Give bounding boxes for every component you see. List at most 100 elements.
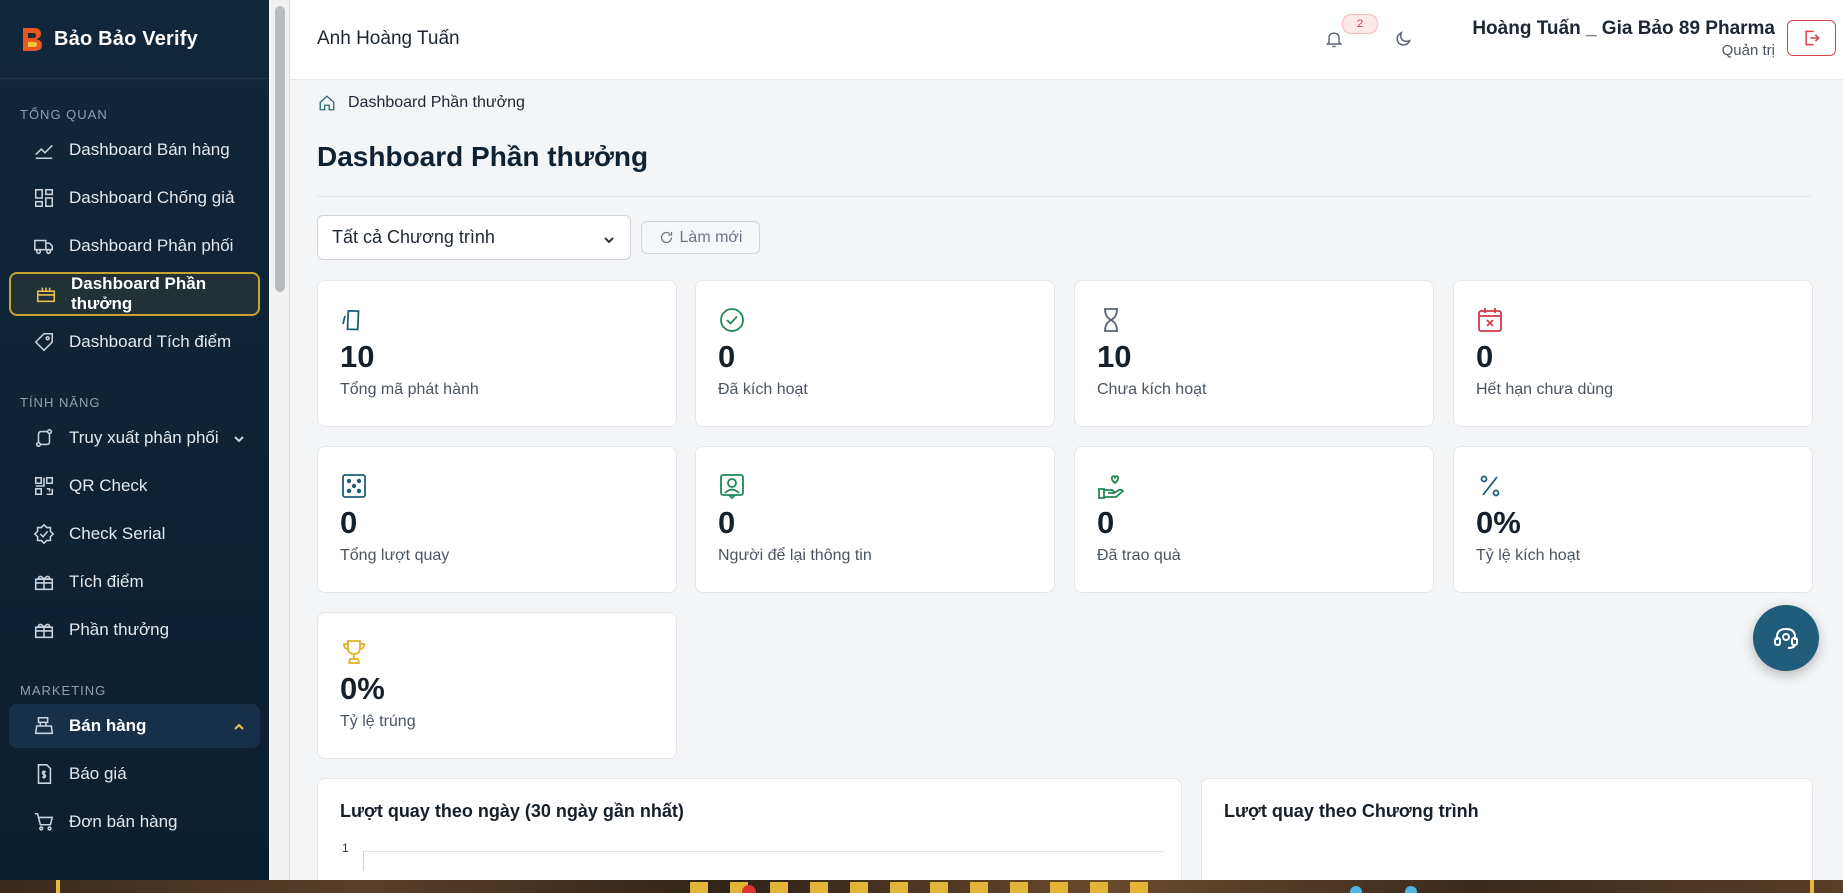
headset-icon <box>1774 627 1798 649</box>
sidebar-item-label: Phần thưởng <box>69 620 170 639</box>
stat-label: Người để lại thông tin <box>718 547 872 564</box>
sidebar-item-label: Truy xuất phân phối <box>69 428 219 447</box>
main-content: Dashboard Phần thưởng Dashboard Phần thư… <box>290 80 1843 888</box>
panel-title: Lượt quay theo Chương trình <box>1224 801 1479 821</box>
stat-label: Tổng mã phát hành <box>340 381 479 398</box>
stat-value: 10 <box>340 339 375 374</box>
sidebar-item-label: Dashboard Tích điểm <box>69 332 232 351</box>
calendar-x-icon <box>1476 306 1504 334</box>
brand[interactable]: Bảo Bảo Verify <box>0 0 269 79</box>
program-select-value: Tất cả Chương trình <box>332 227 495 247</box>
stat-card-gifts-given: 0 Đã trao quà <box>1074 446 1434 593</box>
sidebar-item-points[interactable]: Tích điểm <box>9 560 260 604</box>
breadcrumb-current: Dashboard Phần thưởng <box>348 94 525 111</box>
sidebar-item-label: QR Check <box>69 476 148 495</box>
home-icon[interactable] <box>318 94 336 112</box>
ticket-icon <box>340 306 368 334</box>
sidebar-item-dashboard-points[interactable]: Dashboard Tích điểm <box>9 320 260 364</box>
logout-button[interactable] <box>1787 20 1836 56</box>
stat-value: 0% <box>340 671 385 706</box>
support-chat-button[interactable] <box>1753 605 1819 671</box>
qr-code-icon <box>33 475 55 497</box>
sidebar-item-label: Check Serial <box>69 524 166 543</box>
sidebar-item-dashboard-anti-counterfeit[interactable]: Dashboard Chống giả <box>9 176 260 220</box>
stat-value: 0 <box>340 505 358 540</box>
gift-box-icon <box>33 571 55 593</box>
y-tick-label: 1 <box>342 841 349 855</box>
sidebar-item-check-serial[interactable]: Check Serial <box>9 512 260 556</box>
sidebar-item-sales[interactable]: Bán hàng <box>9 704 260 748</box>
taskbar-background-strip <box>0 880 1843 893</box>
user-square-icon <box>718 472 746 500</box>
sidebar-scrollbar[interactable] <box>271 0 290 880</box>
gridline <box>363 851 1163 852</box>
sidebar-item-qr-check[interactable]: QR Check <box>9 464 260 508</box>
sidebar-item-label: Dashboard Bán hàng <box>69 140 230 159</box>
logout-icon <box>1804 30 1820 46</box>
y-axis-line <box>363 851 364 871</box>
breadcrumb: Dashboard Phần thưởng <box>318 94 525 112</box>
program-select[interactable]: Tất cả Chương trình <box>317 215 631 260</box>
stat-label: Tỷ lệ kích hoạt <box>1476 547 1581 564</box>
refresh-button[interactable]: Làm mới <box>641 221 760 254</box>
bell-icon[interactable] <box>1324 28 1346 52</box>
sidebar-item-sales-orders[interactable]: Đơn bán hàng <box>9 800 260 844</box>
sidebar-item-label: Bán hàng <box>69 716 147 735</box>
route-icon <box>33 427 55 449</box>
sidebar-item-label: Dashboard Chống giả <box>69 188 235 207</box>
brand-logo-icon <box>23 28 42 51</box>
sidebar-item-dashboard-rewards[interactable]: Dashboard Phần thưởng <box>9 272 260 316</box>
chevron-down-icon <box>602 231 616 245</box>
stat-label: Hết hạn chưa dùng <box>1476 381 1614 398</box>
stat-card-activation-rate: 0% Tỷ lệ kích hoạt <box>1453 446 1813 593</box>
sidebar-item-rewards[interactable]: Phần thưởng <box>9 608 260 652</box>
stat-label: Tổng lượt quay <box>340 547 450 564</box>
sidebar-item-label: Dashboard Phân phối <box>69 236 234 255</box>
daily-spins-chart-panel: Lượt quay theo ngày (30 ngày gần nhất) 1 <box>317 778 1182 888</box>
page-title: Dashboard Phần thưởng <box>317 141 649 172</box>
stat-value: 0% <box>1476 505 1521 540</box>
badge-check-icon <box>33 523 55 545</box>
sidebar-item-dashboard-distribution[interactable]: Dashboard Phân phối <box>9 224 260 268</box>
sidebar: Bảo Bảo Verify TỔNG QUAN Dashboard Bán h… <box>0 0 269 880</box>
dashboard-grid-icon <box>33 187 55 209</box>
percent-icon <box>1476 472 1504 500</box>
stat-card-expired-unused: 0 Hết hạn chưa dùng <box>1453 280 1813 427</box>
moon-icon[interactable] <box>1393 29 1415 51</box>
hourglass-icon <box>1097 306 1125 334</box>
tag-icon <box>33 331 55 353</box>
notification-badge[interactable]: 2 <box>1342 14 1378 34</box>
quote-document-icon <box>33 763 55 785</box>
stat-label: Đã trao quà <box>1097 547 1181 564</box>
stat-card-win-rate: 0% Tỷ lệ trúng <box>317 612 677 759</box>
sidebar-item-dashboard-sales[interactable]: Dashboard Bán hàng <box>9 128 260 172</box>
stat-label: Tỷ lệ trúng <box>340 713 416 730</box>
stat-value: 0 <box>718 339 736 374</box>
scrollbar-thumb[interactable] <box>275 6 285 292</box>
chevron-up-icon[interactable] <box>232 719 246 733</box>
stat-card-not-activated: 10 Chưa kích hoạt <box>1074 280 1434 427</box>
chevron-down-icon[interactable] <box>232 431 246 445</box>
brand-name: Bảo Bảo Verify <box>54 27 198 50</box>
sidebar-item-label: Báo giá <box>69 764 127 783</box>
stat-card-activated: 0 Đã kích hoạt <box>695 280 1055 427</box>
trophy-icon <box>340 638 368 666</box>
user-name[interactable]: Hoàng Tuấn _ Gia Bảo 89 Pharma <box>1472 18 1775 40</box>
refresh-icon <box>660 231 672 244</box>
hand-heart-icon <box>1097 472 1125 500</box>
sidebar-item-trace-distribution[interactable]: Truy xuất phân phối <box>9 416 260 460</box>
stat-label: Đã kích hoạt <box>718 381 808 398</box>
gift-icon <box>35 283 57 305</box>
program-spins-chart-panel: Lượt quay theo Chương trình <box>1201 778 1813 888</box>
section-title-overview: TỔNG QUAN <box>20 107 108 122</box>
top-header: Anh Hoàng Tuấn 2 Hoàng Tuấn _ Gia Bảo 89… <box>290 0 1843 80</box>
sidebar-item-quotes[interactable]: Báo giá <box>9 752 260 796</box>
stat-value: 10 <box>1097 339 1132 374</box>
stat-card-total-codes: 10 Tổng mã phát hành <box>317 280 677 427</box>
sidebar-item-label: Đơn bán hàng <box>69 812 178 831</box>
refresh-label: Làm mới <box>679 228 743 246</box>
section-title-features: TÍNH NĂNG <box>20 395 101 410</box>
dice-icon <box>340 472 368 500</box>
stat-card-info-left: 0 Người để lại thông tin <box>695 446 1055 593</box>
cart-icon <box>33 811 55 833</box>
